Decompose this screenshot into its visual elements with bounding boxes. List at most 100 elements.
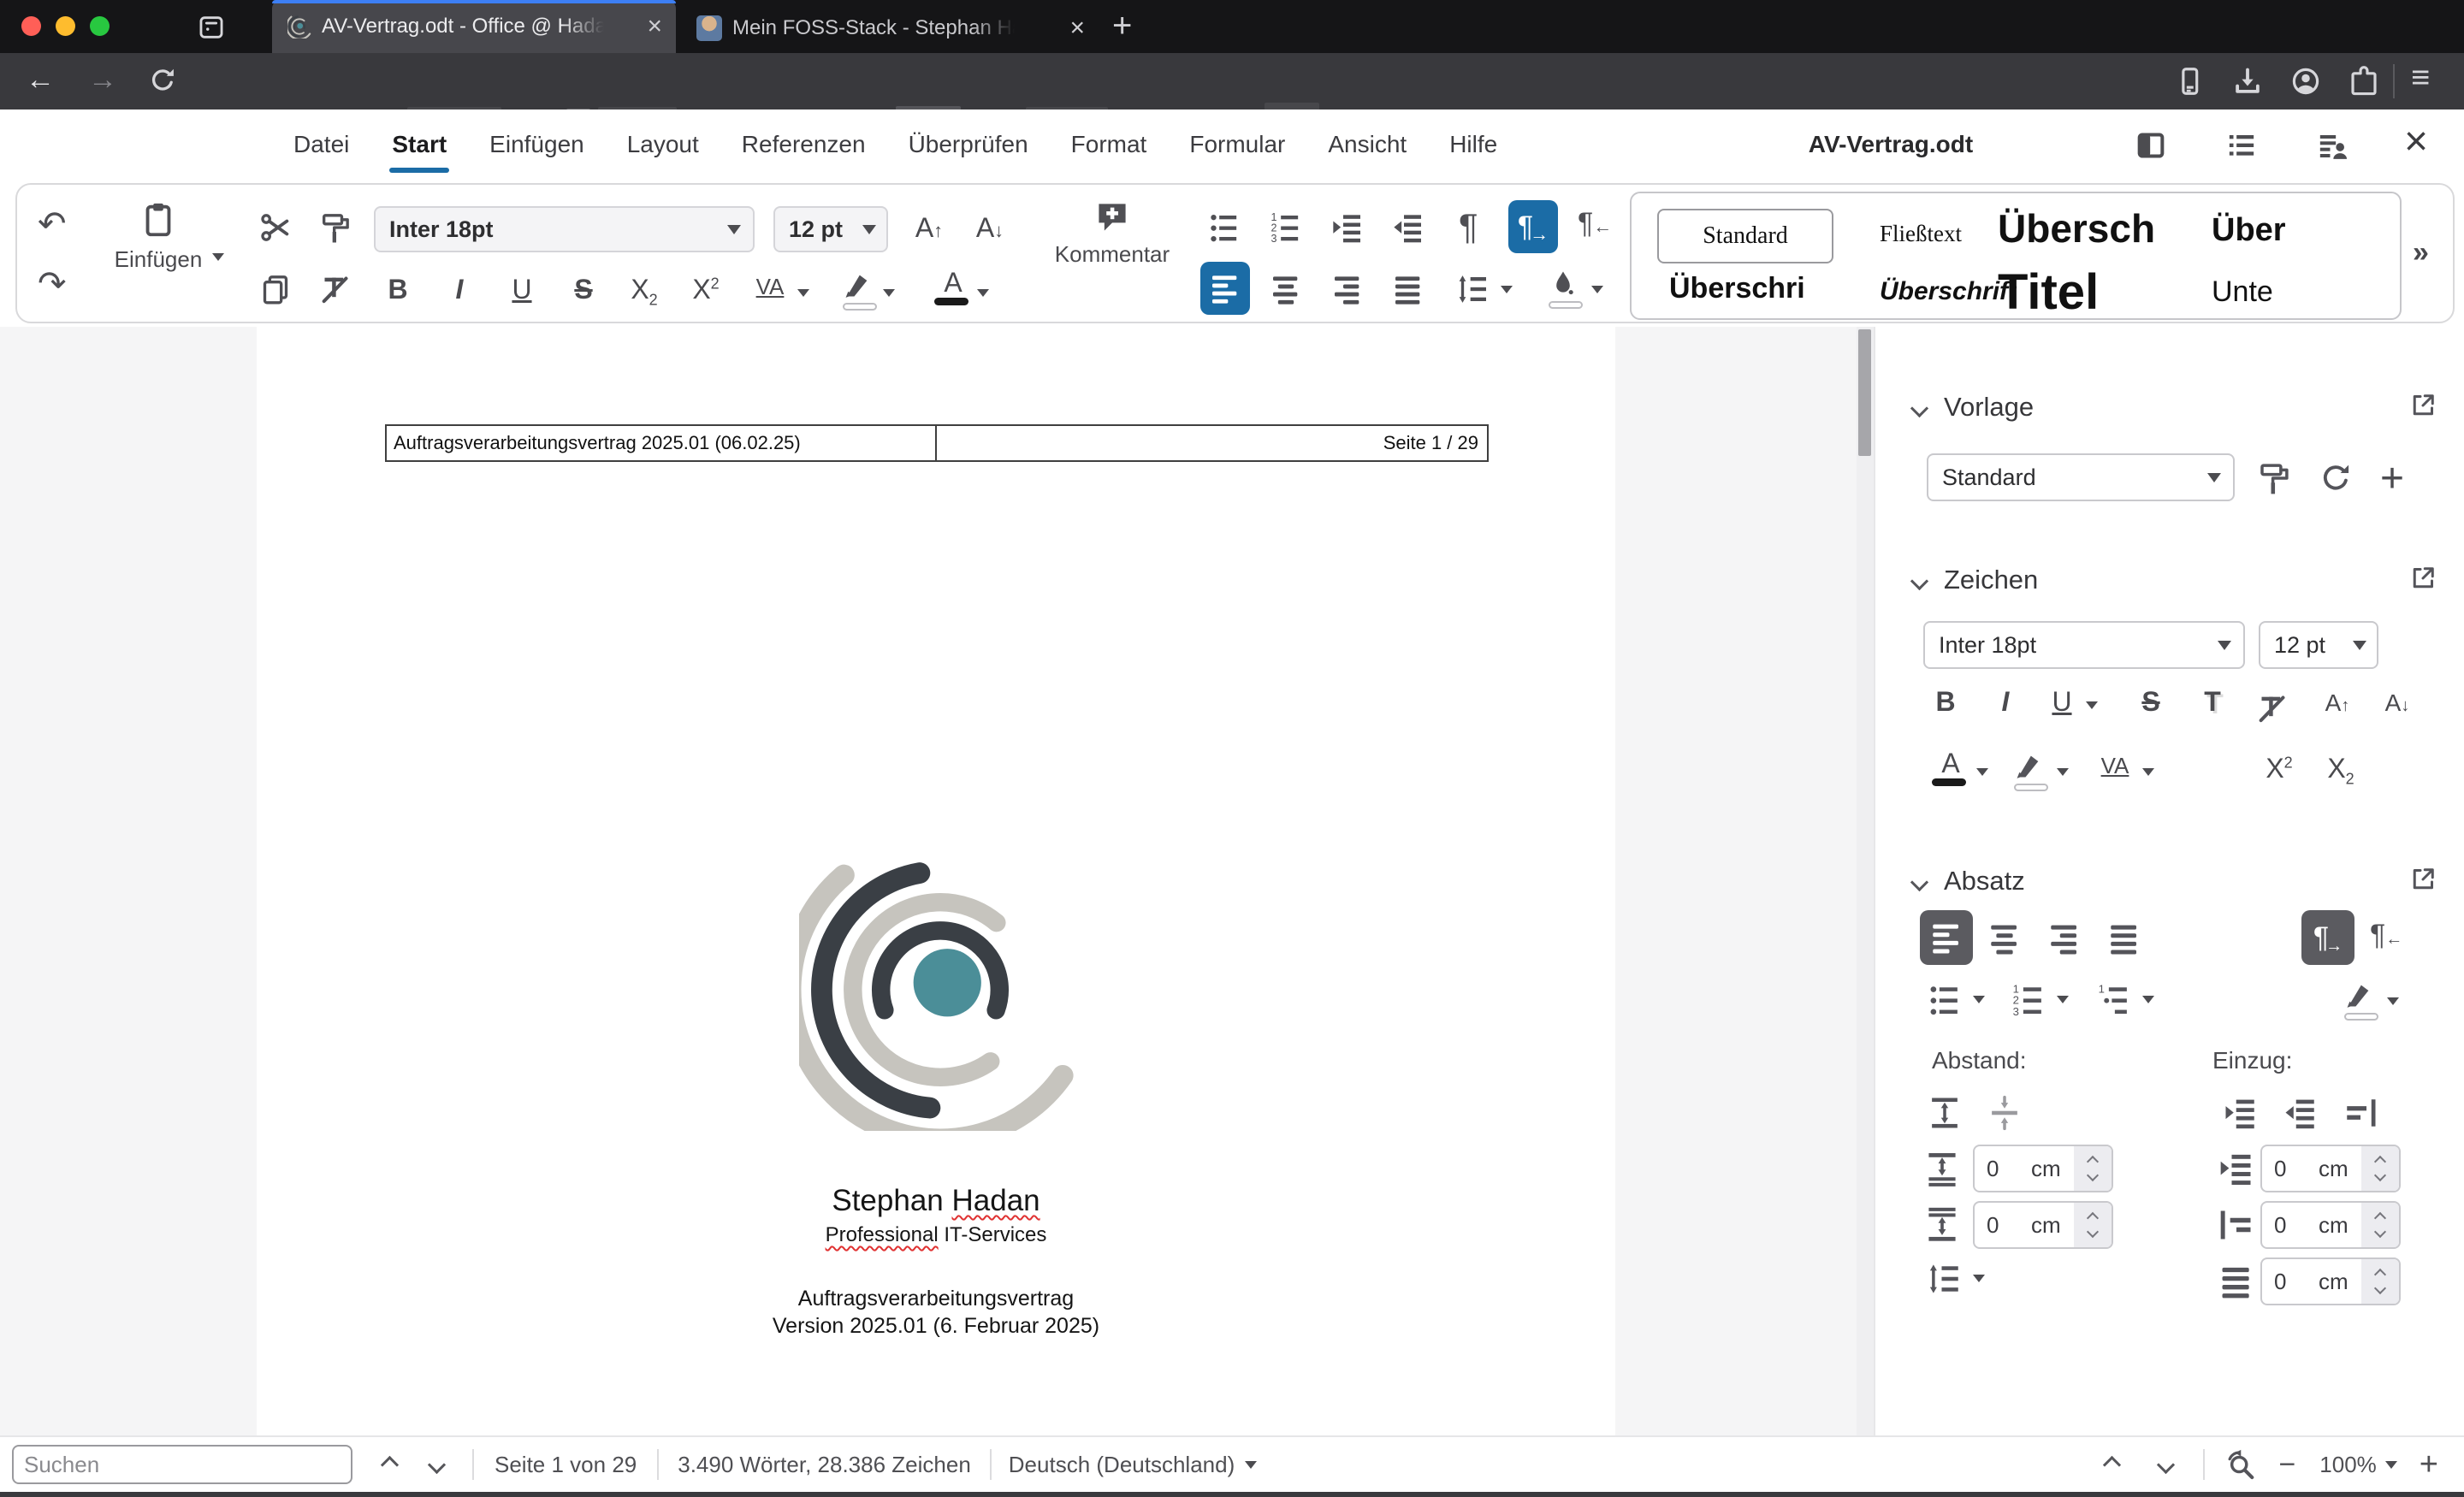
- vorlage-dialog-icon[interactable]: [2408, 390, 2438, 421]
- highlight-dropdown-arrow[interactable]: [2057, 768, 2069, 776]
- rtl-paragraph-button[interactable]: ¶←: [1578, 209, 1612, 238]
- zeichen-dialog-icon[interactable]: [2408, 563, 2438, 594]
- device-sync-icon[interactable]: [2173, 65, 2206, 98]
- sidebar-superscript-button[interactable]: X2: [2260, 754, 2298, 782]
- numbered-list-icon[interactable]: [1269, 210, 1303, 245]
- collapse-absatz-icon[interactable]: [1910, 873, 1929, 892]
- sidebar-align-right-button[interactable]: [2046, 920, 2082, 956]
- find-input[interactable]: [12, 1445, 352, 1484]
- font-color-dropdown-arrow[interactable]: [977, 289, 989, 297]
- hanging-indent-icon[interactable]: [2343, 1095, 2378, 1131]
- tab-close-icon[interactable]: ×: [1069, 15, 1085, 41]
- shrink-font-button[interactable]: A↓: [971, 214, 1009, 241]
- align-left-button[interactable]: [1200, 262, 1250, 315]
- sidebar-shrink-font-button[interactable]: A↓: [2378, 691, 2416, 715]
- spinner-buttons[interactable]: [2074, 1203, 2112, 1247]
- menu-format[interactable]: Format: [1050, 109, 1169, 180]
- sidebar-highlight-button[interactable]: [2014, 751, 2048, 791]
- style-untertitel[interactable]: Unte: [2212, 275, 2297, 309]
- tab-foss-stack[interactable]: Mein FOSS-Stack - Stephan Ha ×: [684, 3, 1097, 53]
- sidebar-toggle-icon[interactable]: [2134, 128, 2168, 163]
- char-spacing-dropdown-arrow[interactable]: [2142, 768, 2154, 776]
- spinner-buttons[interactable]: [2361, 1203, 2399, 1247]
- ltr-paragraph-button[interactable]: ¶ →: [1508, 200, 1558, 253]
- sidebar-outline-list-button[interactable]: [2096, 982, 2132, 1018]
- vertical-scrollbar[interactable]: [1857, 327, 1874, 1435]
- redo-icon[interactable]: ↷: [38, 267, 67, 301]
- language-selector[interactable]: Deutsch (Deutschland): [1009, 1452, 1235, 1478]
- outline-list-icon[interactable]: [2224, 128, 2259, 163]
- paragraph-background-color-button[interactable]: [2344, 980, 2378, 1021]
- outline-list-dropdown-arrow[interactable]: [2142, 996, 2154, 1003]
- style-ueberschrift-clipped[interactable]: Über: [2212, 212, 2297, 249]
- sidebar-decrease-indent-icon[interactable]: [2283, 1095, 2319, 1131]
- bold-button[interactable]: B: [379, 275, 417, 303]
- font-color-button[interactable]: A: [934, 269, 972, 305]
- language-dropdown-arrow[interactable]: [1245, 1460, 1258, 1469]
- clone-formatting-icon[interactable]: [318, 210, 352, 245]
- menu-layout[interactable]: Layout: [606, 109, 720, 180]
- sidebar-italic-button[interactable]: I: [1987, 688, 2024, 715]
- menu-einfuegen[interactable]: Einfügen: [468, 109, 606, 180]
- highlight-dropdown-arrow[interactable]: [883, 289, 895, 297]
- cut-icon[interactable]: [258, 210, 293, 245]
- paste-dropdown-arrow[interactable]: [212, 253, 224, 261]
- font-name-select[interactable]: Inter 18pt: [374, 206, 755, 252]
- bullet-list-icon[interactable]: [1207, 210, 1241, 245]
- decrease-indent-icon[interactable]: [1391, 210, 1425, 245]
- paragraph-background-button[interactable]: [1549, 269, 1583, 309]
- indent-before-field[interactable]: 0 cm: [2260, 1145, 2401, 1192]
- space-above-field[interactable]: 0 cm: [1973, 1145, 2113, 1192]
- new-tab-button[interactable]: +: [1112, 7, 1132, 45]
- line-spacing-dropdown-arrow[interactable]: [1501, 286, 1513, 293]
- more-styles-button[interactable]: »: [2413, 236, 2429, 269]
- superscript-button[interactable]: X2: [687, 275, 725, 303]
- style-fliesstext[interactable]: Fließtext: [1880, 221, 1962, 247]
- account-icon[interactable]: [2289, 65, 2322, 98]
- scrollbar-thumb[interactable]: [1858, 329, 1871, 456]
- extensions-puzzle-icon[interactable]: [2348, 65, 2380, 98]
- decrease-paragraph-spacing-icon[interactable]: [1987, 1095, 2023, 1131]
- style-standard[interactable]: Standard: [1657, 209, 1833, 263]
- sidebar-underline-button[interactable]: U: [2043, 688, 2081, 715]
- menu-datei[interactable]: Datei: [272, 109, 370, 180]
- window-zoom-button[interactable]: [90, 16, 110, 36]
- hamburger-menu-icon[interactable]: ≡: [2411, 60, 2430, 97]
- zoom-reset-icon[interactable]: [2224, 1448, 2256, 1481]
- sidebar-align-center-button[interactable]: [1987, 920, 2023, 956]
- formatting-marks-icon[interactable]: ¶: [1459, 209, 1478, 245]
- absatz-dialog-icon[interactable]: [2408, 864, 2438, 895]
- tab-av-vertrag[interactable]: AV-Vertrag.odt - Office @ Hada ×: [272, 0, 676, 53]
- zoom-out-button[interactable]: −: [2278, 1448, 2295, 1482]
- copy-icon[interactable]: [258, 272, 293, 306]
- underline-dropdown-arrow[interactable]: [2086, 701, 2098, 709]
- document-page[interactable]: Auftragsverarbeitungsvertrag 2025.01 (06…: [257, 327, 1615, 1435]
- menu-ansicht[interactable]: Ansicht: [1306, 109, 1428, 180]
- sidebar-font-color-button[interactable]: A: [1932, 749, 1969, 786]
- update-style-icon[interactable]: [2256, 460, 2292, 496]
- first-line-indent-field[interactable]: 0 cm: [2260, 1257, 2401, 1305]
- increase-paragraph-spacing-icon[interactable]: [1927, 1095, 1963, 1131]
- menu-hilfe[interactable]: Hilfe: [1428, 109, 1519, 180]
- reload-icon[interactable]: [147, 65, 178, 96]
- char-spacing-dropdown-arrow[interactable]: [797, 289, 809, 297]
- spinner-buttons[interactable]: [2361, 1146, 2399, 1191]
- window-minimize-button[interactable]: [56, 16, 75, 36]
- paste-button[interactable]: Einfügen: [94, 200, 222, 273]
- sidebar-font-name-select[interactable]: Inter 18pt: [1923, 621, 2245, 669]
- strikethrough-button[interactable]: S: [565, 275, 602, 303]
- line-spacing-button[interactable]: [1456, 272, 1490, 306]
- tab-close-icon[interactable]: ×: [647, 14, 662, 39]
- menu-referenzen[interactable]: Referenzen: [720, 109, 887, 180]
- undo-icon[interactable]: ↶: [38, 207, 67, 241]
- style-ueberschrift-2[interactable]: Überschri: [1669, 272, 1840, 305]
- user-list-icon[interactable]: [2315, 128, 2349, 163]
- style-ueberschrift-3[interactable]: Überschrift: [1880, 277, 2017, 306]
- back-icon[interactable]: ←: [26, 63, 55, 97]
- indent-after-field[interactable]: 0 cm: [2260, 1201, 2401, 1249]
- bullet-list-dropdown-arrow[interactable]: [1973, 996, 1985, 1003]
- paragraph-background-dropdown-arrow[interactable]: [2387, 997, 2399, 1005]
- tab-overview-icon[interactable]: [197, 13, 226, 42]
- forward-icon[interactable]: →: [88, 63, 117, 97]
- sidebar-align-left-button[interactable]: [1920, 910, 1973, 965]
